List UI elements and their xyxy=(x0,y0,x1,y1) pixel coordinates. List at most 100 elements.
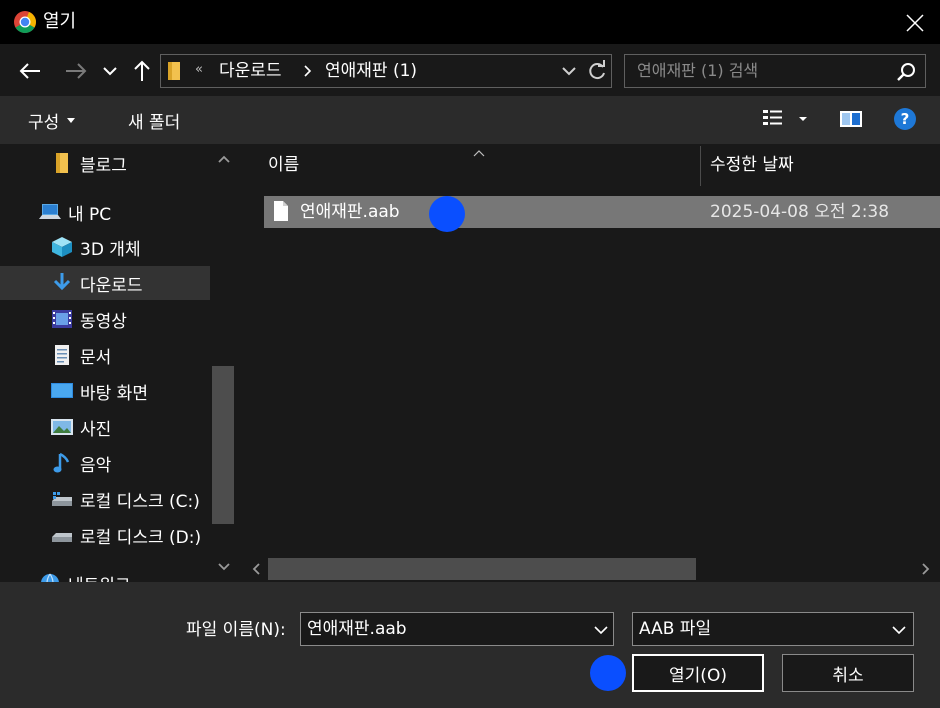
video-icon xyxy=(50,307,74,331)
nav-item-label: 로컬 디스크 (C:) xyxy=(80,491,200,512)
back-button[interactable] xyxy=(14,56,46,86)
nav-item-label: 로컬 디스크 (D:) xyxy=(80,527,202,548)
nav-item-documents[interactable]: 문서 xyxy=(0,338,210,372)
open-button[interactable]: 열기(O) xyxy=(632,654,764,692)
cube-icon xyxy=(50,235,74,259)
filetype-select[interactable]: AAB 파일 xyxy=(632,612,914,646)
chevron-left-icon xyxy=(252,563,260,575)
folder-icon xyxy=(50,151,74,175)
address-overflow[interactable]: « xyxy=(195,60,203,80)
open-label: 열기(O) xyxy=(669,665,727,686)
nav-item-label: 다운로드 xyxy=(80,275,143,296)
nav-item-videos[interactable]: 동영상 xyxy=(0,302,210,336)
music-icon xyxy=(50,451,74,475)
chevron-up-icon xyxy=(218,155,230,163)
search-icon xyxy=(895,61,917,83)
search-placeholder: 연애재판 (1) 검색 xyxy=(637,61,759,80)
chevron-down-icon xyxy=(562,67,576,76)
nav-item-label: 문서 xyxy=(80,347,112,368)
chevron-down-icon xyxy=(892,626,906,635)
organize-button[interactable]: 구성 xyxy=(18,104,85,136)
cancel-label: 취소 xyxy=(832,665,864,686)
scroll-down-button[interactable] xyxy=(210,556,238,578)
desktop-icon xyxy=(50,379,74,403)
nav-item-label: 바탕 화면 xyxy=(80,383,148,404)
file-icon xyxy=(272,200,290,222)
window-title: 열기 xyxy=(43,11,77,32)
picture-icon xyxy=(50,415,74,439)
scroll-left-button[interactable] xyxy=(244,558,268,580)
nav-item-desktop[interactable]: 바탕 화면 xyxy=(0,374,210,408)
close-icon xyxy=(906,14,924,32)
navigation-pane[interactable]: 블로그 내 PC 3D 개체 다운로드 동영상 문서 바탕 화면 사진 음악 로… xyxy=(0,144,238,582)
chevron-down-icon xyxy=(594,626,608,635)
click-marker xyxy=(429,196,465,232)
horizontal-scrollbar-thumb[interactable] xyxy=(268,558,696,580)
nav-item-blog[interactable]: 블로그 xyxy=(0,146,210,180)
file-modified-date: 2025-04-08 오전 2:38 xyxy=(710,202,890,222)
chrome-icon xyxy=(13,10,37,34)
nav-item-label: 사진 xyxy=(80,419,112,440)
nav-item-label: 동영상 xyxy=(80,311,127,332)
filename-combobox[interactable]: 연애재판.aab xyxy=(300,612,614,646)
nav-item-this-pc[interactable]: 내 PC xyxy=(0,195,210,229)
address-bar[interactable]: « 다운로드 연애재판 (1) xyxy=(160,54,612,88)
drive-c-icon xyxy=(50,487,74,511)
filename-label: 파일 이름(N): xyxy=(186,620,286,640)
chevron-right-icon[interactable] xyxy=(301,60,315,82)
up-button[interactable] xyxy=(128,56,156,86)
chevron-down-icon xyxy=(103,67,117,76)
nav-item-downloads[interactable]: 다운로드 xyxy=(0,266,210,300)
new-folder-button[interactable]: 새 폴더 xyxy=(118,104,190,136)
forward-button[interactable] xyxy=(60,56,92,86)
document-icon xyxy=(50,343,74,367)
svg-text:?: ? xyxy=(901,110,910,128)
arrow-left-icon xyxy=(19,63,40,79)
filetype-dropdown-button[interactable] xyxy=(889,617,909,641)
file-name[interactable]: 연애재판.aab xyxy=(300,200,400,224)
breadcrumb-current-folder[interactable]: 연애재판 (1) xyxy=(325,59,417,83)
nav-item-label: 3D 개체 xyxy=(80,239,141,260)
nav-item-drive-d[interactable]: 로컬 디스크 (D:) xyxy=(0,518,210,552)
column-divider[interactable] xyxy=(700,146,701,186)
nav-item-music[interactable]: 음악 xyxy=(0,446,210,480)
scroll-right-button[interactable] xyxy=(914,558,938,580)
nav-scrollbar-thumb[interactable] xyxy=(212,366,234,524)
cancel-button[interactable]: 취소 xyxy=(782,654,914,692)
address-dropdown-button[interactable] xyxy=(559,59,579,83)
scroll-up-button[interactable] xyxy=(210,148,238,170)
filename-input[interactable]: 연애재판.aab xyxy=(307,618,407,640)
column-header-name[interactable]: 이름 xyxy=(268,150,299,180)
refresh-icon xyxy=(589,60,605,80)
column-header-date[interactable]: 수정한 날짜 xyxy=(710,150,794,180)
change-view-button[interactable] xyxy=(756,104,816,134)
nav-item-label: 내 PC xyxy=(68,204,112,225)
new-folder-label: 새 폴더 xyxy=(128,112,181,133)
nav-item-label: 음악 xyxy=(80,455,112,476)
caret-down-icon xyxy=(67,117,76,123)
nav-item-network[interactable]: 네트워크 xyxy=(0,566,210,582)
details-view-icon xyxy=(763,110,807,125)
sort-ascending-icon xyxy=(472,144,486,157)
organize-label: 구성 xyxy=(28,112,60,133)
preview-pane-button[interactable] xyxy=(834,104,868,134)
help-button[interactable]: ? xyxy=(890,104,920,134)
filename-dropdown-button[interactable] xyxy=(591,617,611,641)
close-button[interactable] xyxy=(892,6,938,40)
search-input[interactable]: 연애재판 (1) 검색 xyxy=(624,54,926,88)
nav-item-3d-objects[interactable]: 3D 개체 xyxy=(0,230,210,264)
download-icon xyxy=(50,271,74,295)
filetype-value: AAB 파일 xyxy=(639,619,712,639)
nav-item-drive-c[interactable]: 로컬 디스크 (C:) xyxy=(0,482,210,516)
refresh-button[interactable] xyxy=(585,59,609,83)
drive-d-icon xyxy=(50,523,74,547)
chevron-right-icon xyxy=(922,563,930,575)
preview-pane-icon xyxy=(840,111,862,127)
title-bar xyxy=(0,0,940,44)
network-icon xyxy=(38,571,62,582)
breadcrumb-downloads[interactable]: 다운로드 xyxy=(219,59,282,83)
nav-item-label: 네트워크 xyxy=(68,571,131,583)
nav-item-pictures[interactable]: 사진 xyxy=(0,410,210,444)
help-icon: ? xyxy=(894,108,916,130)
recent-locations-button[interactable] xyxy=(98,56,122,86)
